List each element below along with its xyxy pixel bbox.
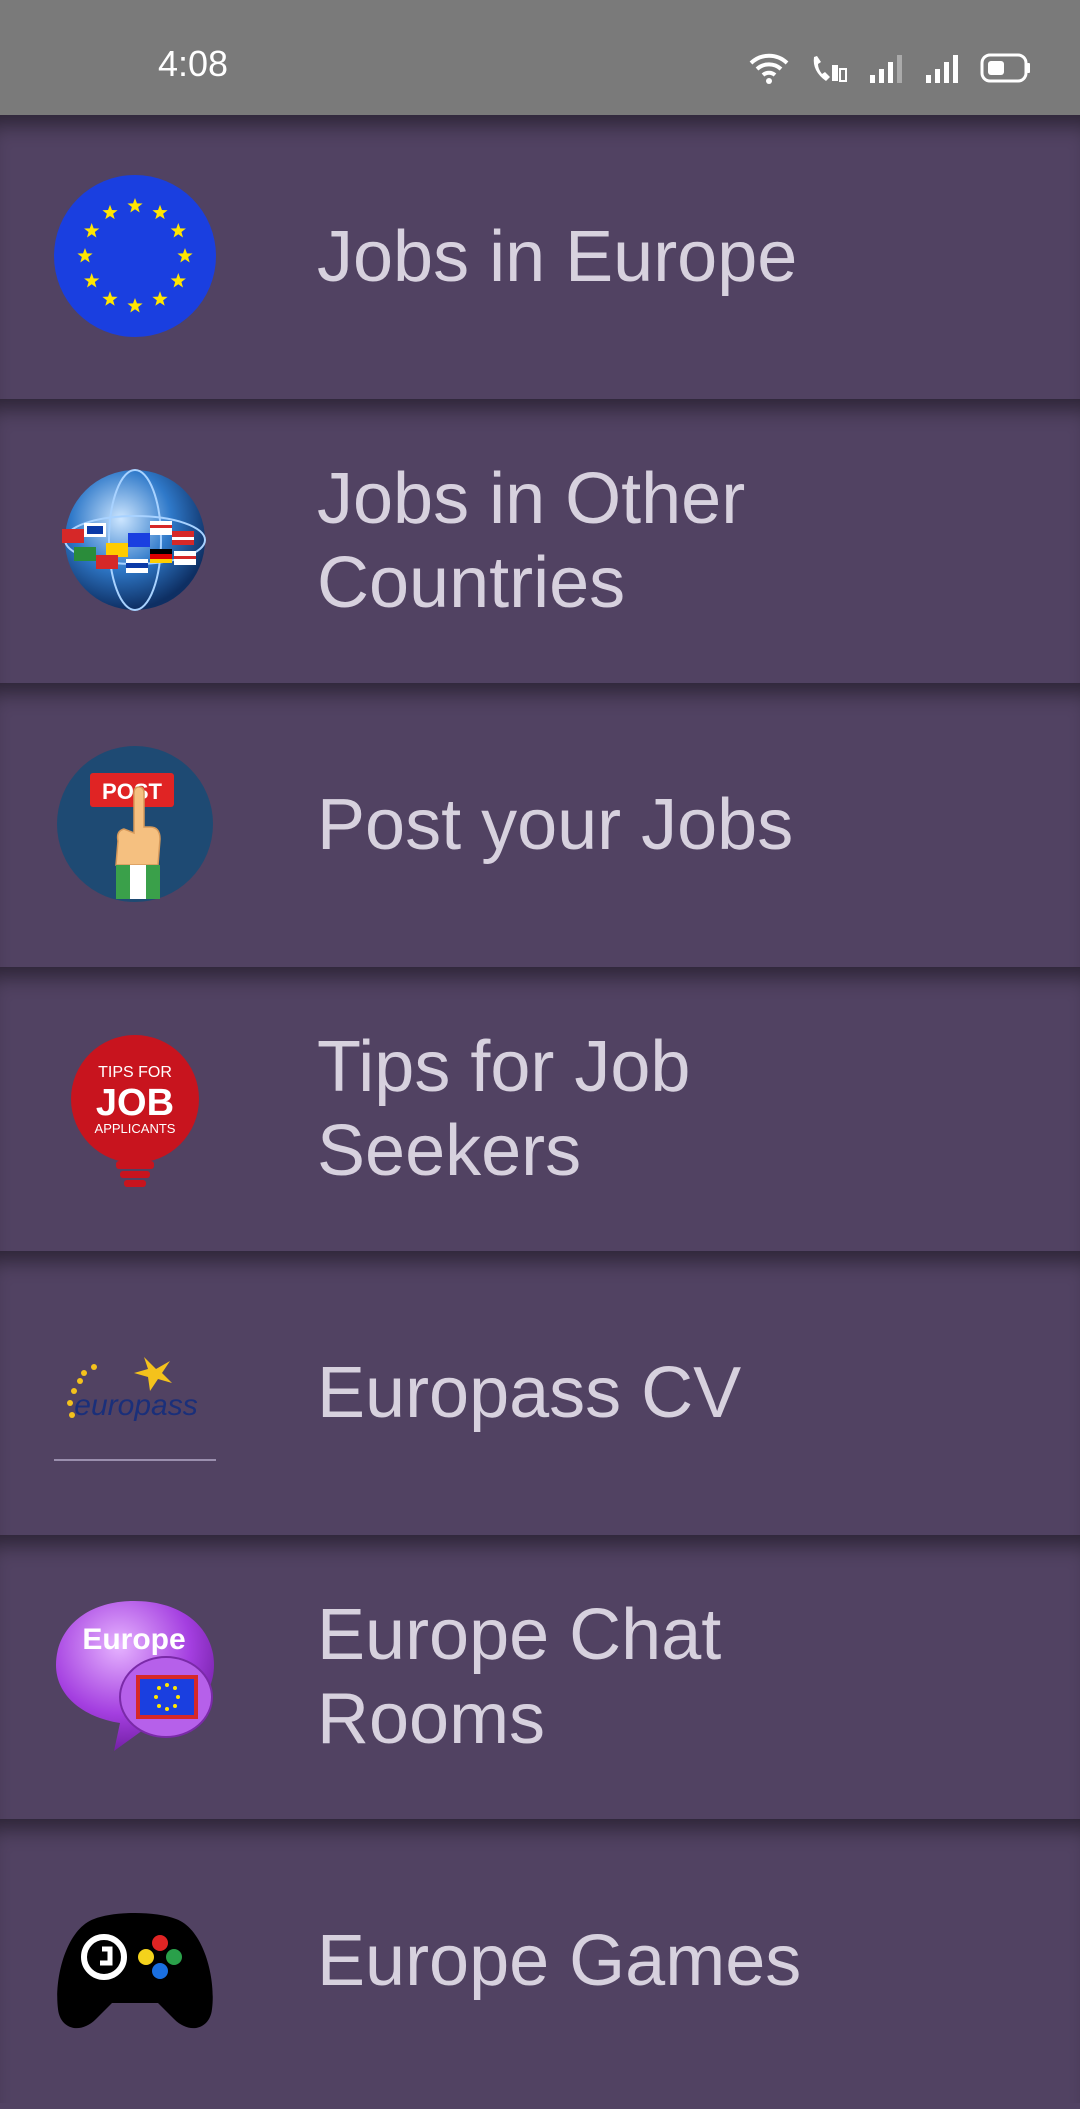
svg-text:POST: POST — [102, 779, 162, 804]
job-icon-text: JOB — [96, 1082, 174, 1124]
globe-flags-icon — [54, 459, 216, 621]
menu-item-label: Europe Chat Rooms — [317, 1595, 722, 1759]
menu-item-europass-cv[interactable]: europass Europass CV — [0, 1251, 1080, 1535]
menu-item-jobs-in-other-countries[interactable]: Jobs in Other Countries — [0, 399, 1080, 683]
menu-item-tips-for-job-seekers[interactable]: TIPS FOR JOB APPLICANTS Tips for Job See… — [0, 967, 1080, 1251]
menu-item-europe-chat-rooms[interactable]: Europe Europe Chat Rooms — [0, 1535, 1080, 1819]
battery-icon — [980, 53, 1032, 83]
applicants-icon-text: APPLICANTS — [95, 1121, 176, 1136]
tips-icon-text: TIPS FOR — [98, 1064, 172, 1081]
menu-item-europe-games[interactable]: Europe Games — [0, 1819, 1080, 2103]
signal-icon — [924, 53, 962, 83]
tips-job-bulb-icon: TIPS FOR JOB APPLICANTS — [54, 1027, 216, 1189]
wifi-call-icon — [808, 51, 850, 85]
menu-item-label: Post your Jobs — [317, 785, 794, 865]
wifi-icon — [748, 51, 790, 85]
status-time: 4:08 — [158, 43, 229, 84]
status-icons — [730, 48, 1032, 88]
signal-icon — [868, 53, 906, 83]
menu-list: Jobs in Europe Jobs in Other Countries P… — [0, 115, 1080, 2109]
europass-icon-text: europass — [74, 1389, 197, 1422]
menu-item-label: Jobs in Europe — [317, 217, 798, 297]
menu-item-label: Tips for Job Seekers — [317, 1027, 691, 1191]
post-hand-icon: POST — [54, 743, 216, 905]
menu-item-label: Jobs in Other Countries — [317, 459, 746, 623]
chat-bubble-icon: Europe — [54, 1595, 216, 1757]
eu-flag-icon — [54, 175, 216, 337]
menu-item-label: Europass CV — [317, 1353, 742, 1433]
menu-item-label: Europe Games — [317, 1921, 802, 2001]
menu-item-post-your-jobs[interactable]: POST Post your Jobs — [0, 683, 1080, 967]
menu-item-jobs-in-europe[interactable]: Jobs in Europe — [0, 115, 1080, 399]
europe-icon-text: Europe — [82, 1623, 185, 1656]
gamepad-icon — [54, 1879, 216, 2041]
europass-logo-icon: europass — [54, 1311, 216, 1473]
status-bar: 4:08 — [0, 0, 1080, 115]
